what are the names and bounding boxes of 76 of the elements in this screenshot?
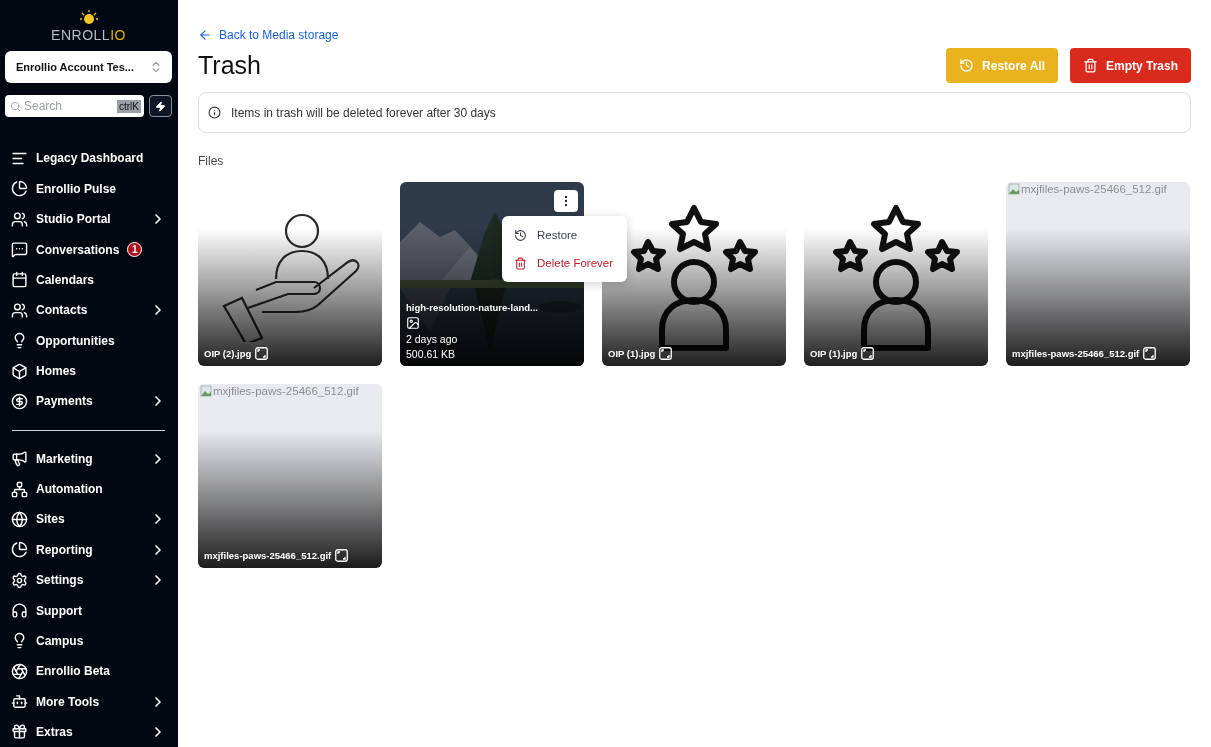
nav-item[interactable]: Studio Portal <box>5 204 172 235</box>
nav-item[interactable]: Campus <box>5 625 172 657</box>
expand-icon[interactable] <box>659 347 673 360</box>
nav-item[interactable]: Support <box>5 595 172 626</box>
chat-icon <box>11 241 28 259</box>
info-icon <box>208 106 221 119</box>
nav-item[interactable]: Conversations 1 <box>5 234 172 265</box>
file-size: 500.61 KB <box>406 348 457 360</box>
lightning-icon <box>155 100 166 112</box>
trash-icon <box>1082 58 1098 73</box>
nav-item[interactable]: Sites <box>5 504 172 535</box>
nav-item[interactable]: Settings <box>5 564 172 596</box>
nav-item[interactable]: Marketing <box>5 443 172 474</box>
back-link[interactable]: Back to Media storage <box>198 28 339 42</box>
nav-item[interactable]: Legacy Dashboard <box>5 143 172 174</box>
file-name: OIP (1).jpg <box>810 348 858 359</box>
network-icon <box>11 480 28 498</box>
file-name: OIP (2).jpg <box>204 348 252 359</box>
expand-icon[interactable] <box>335 549 349 562</box>
gift-icon <box>11 723 28 741</box>
settings-icon <box>11 571 28 589</box>
arrow-left-icon <box>198 28 212 42</box>
nav-item[interactable]: Enrollio Beta <box>5 656 172 687</box>
robot-icon <box>11 693 28 711</box>
search-field[interactable]: Search ctrlK <box>5 95 144 118</box>
sun-icon <box>79 10 98 26</box>
nav-item[interactable]: Contacts <box>5 295 172 326</box>
menu-item[interactable]: Delete Forever <box>502 249 627 277</box>
file-name: mxjfiles-paws-25466_512.gif <box>204 550 332 561</box>
history-icon <box>514 228 527 242</box>
menu-item[interactable]: Restore <box>502 221 627 249</box>
file-name: high-resolution-nature-land... <box>406 302 538 313</box>
nav-item[interactable]: Payments <box>5 386 172 417</box>
history-icon <box>959 58 975 73</box>
image-alt-text: mxjfiles-paws-25466_512.gif <box>200 385 359 397</box>
expand-icon[interactable] <box>1143 347 1157 360</box>
file-age: 2 days ago <box>406 333 459 345</box>
expand-icon[interactable] <box>861 347 875 360</box>
image-alt-text: mxjfiles-paws-25466_512.gif <box>1008 183 1167 195</box>
more-button[interactable] <box>554 190 578 212</box>
pie-chart-icon <box>11 541 28 559</box>
nav-item[interactable]: Extras <box>5 716 172 747</box>
nav-item[interactable]: Opportunities <box>5 325 172 356</box>
cube-icon <box>11 362 28 380</box>
expand-icon[interactable] <box>255 347 269 360</box>
count-badge: 1 <box>127 242 143 258</box>
account-selector[interactable]: Enrollio Account Tes... <box>5 51 172 84</box>
file-name: OIP (1).jpg <box>608 348 656 359</box>
pie-chart-icon <box>11 180 28 198</box>
image-type-icon <box>406 316 420 330</box>
nav-item[interactable]: Homes <box>5 355 172 387</box>
broken-image-icon <box>200 385 212 397</box>
headset-icon <box>11 602 28 619</box>
search-icon <box>10 100 21 112</box>
bars-icon <box>11 150 28 167</box>
nav-item[interactable]: Reporting <box>5 534 172 565</box>
file-name: mxjfiles-paws-25466_512.gif <box>1012 348 1140 359</box>
megaphone-icon <box>11 450 28 468</box>
people-icon <box>11 301 28 319</box>
people-icon <box>11 210 28 228</box>
nav-item[interactable]: Enrollio Pulse <box>5 173 172 205</box>
nav-item[interactable]: More Tools <box>5 686 172 717</box>
calendar-icon <box>11 271 28 289</box>
page-title: Trash <box>198 51 261 80</box>
dollar-icon <box>11 392 28 410</box>
logo-text: ENROLLIO <box>51 27 126 43</box>
broken-image-icon <box>1008 183 1020 195</box>
quick-action-button[interactable] <box>149 95 172 118</box>
empty-trash-button[interactable]: Empty Trash <box>1069 48 1191 83</box>
nav-item[interactable]: Automation <box>5 473 172 505</box>
trash-icon <box>514 256 527 270</box>
notice-text: Items in trash will be deleted forever after 30 days <box>231 105 496 120</box>
shortcut-hint: ctrlK <box>117 99 141 113</box>
section-heading: Files <box>198 154 225 168</box>
nav-item[interactable]: Calendars <box>5 264 172 296</box>
globe-icon <box>11 510 28 528</box>
